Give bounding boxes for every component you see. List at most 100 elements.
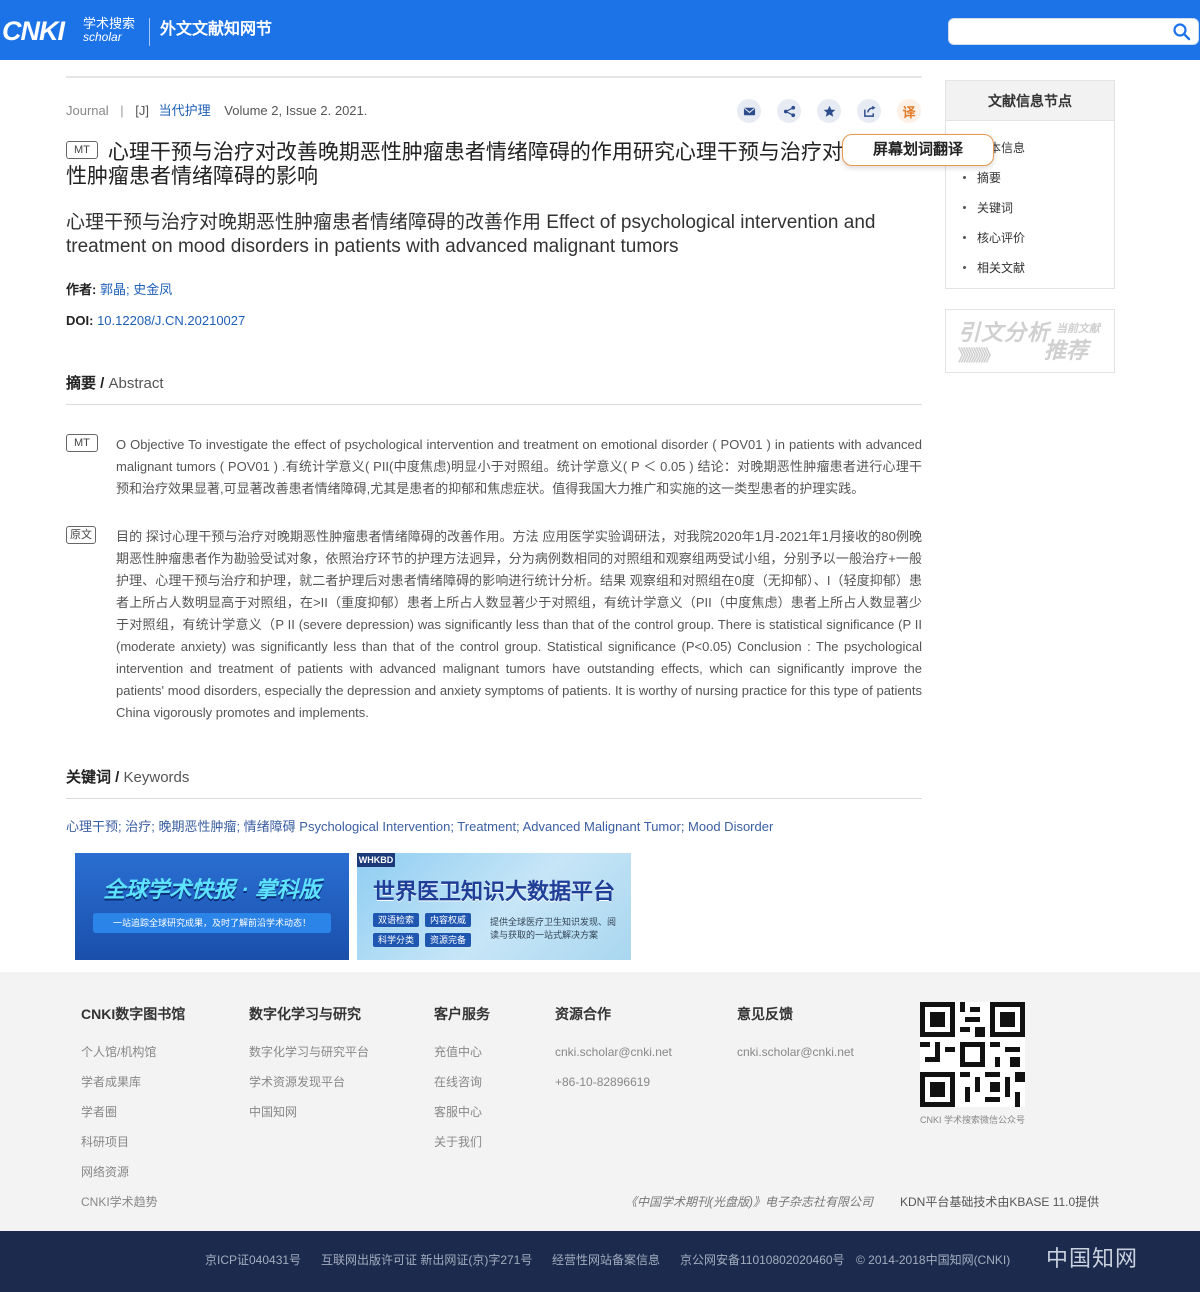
authors-link[interactable]: 郭晶; 史金凤	[100, 282, 172, 297]
footer-link[interactable]: 学者圈	[81, 1104, 117, 1120]
cite-small-text: 当前文献	[1056, 323, 1100, 335]
abstract-original-block: 原文 目的 探讨心理干预与治疗对晚期恶性肿瘤患者情绪障碍的改善作用。方法 应用医…	[66, 526, 922, 746]
abstract-heading-en: Abstract	[108, 375, 164, 392]
mt-badge: MT	[66, 141, 98, 160]
banner2-title: 世界医卫知识大数据平台	[372, 879, 615, 904]
banner2-desc: 提供全球医疗卫生知识发现、阅读与获取的一站式解决方案	[490, 917, 617, 940]
nav-item-abstract[interactable]: 摘要	[946, 163, 1114, 193]
banner1-title: 全球学术快报 · 掌科版	[103, 877, 321, 902]
footer-link[interactable]: +86-10-82896619	[555, 1074, 650, 1090]
icp-license[interactable]: 京ICP证040431号	[205, 1252, 301, 1268]
banner1-strip: 一站追踪全球研究成果，及时了解前沿学术动态！	[93, 913, 331, 933]
footer-link[interactable]: 客服中心	[434, 1104, 482, 1120]
footer-link[interactable]: CNKI学术趋势	[81, 1194, 158, 1210]
doi-line: DOI: 10.12208/J.CN.20210027	[66, 312, 245, 330]
journal-link[interactable]: 当代护理	[159, 103, 211, 118]
doi-link[interactable]: 10.12208/J.CN.20210027	[97, 313, 245, 328]
website-record[interactable]: 经营性网站备案信息	[552, 1252, 660, 1268]
banner2-chip: 双语检索	[373, 913, 419, 927]
share-icon	[783, 105, 795, 117]
cnki-seal-logo: 中国知网	[1046, 1247, 1139, 1272]
keywords-heading-cn: 关键词 /	[66, 769, 124, 786]
publishing-license[interactable]: 互联网出版许可证 新出网证(京)字271号	[321, 1252, 532, 1268]
footer-kdn: KDN平台基础技术由KBASE 11.0提供	[900, 1195, 1100, 1209]
logo-sub: 学术搜索 scholar	[83, 17, 143, 44]
article-meta: Journal | [J] 当代护理 Volume 2, Issue 2. 20…	[66, 102, 367, 120]
banner2-chip: 资源完备	[425, 933, 471, 947]
footer-link[interactable]: 充值中心	[434, 1044, 482, 1060]
meta-code: [J]	[135, 103, 150, 118]
banner2-tag: WHKBD	[357, 853, 395, 867]
email-icon	[743, 107, 755, 115]
article-subtitle: 心理干预与治疗对晚期恶性肿瘤患者情绪障碍的改善作用 Effect of psyc…	[66, 212, 876, 257]
footer-link[interactable]: 学者成果库	[81, 1074, 141, 1090]
footer-link[interactable]: 学术资源发现平台	[249, 1074, 345, 1090]
meta-issue: Volume 2, Issue 2. 2021.	[224, 103, 368, 118]
footer-link[interactable]: 网络资源	[81, 1164, 129, 1180]
translate-button[interactable]: 译	[897, 99, 921, 123]
abstract-original-badge: 原文	[66, 526, 96, 544]
footer-head-feedback: 意见反馈	[737, 1006, 793, 1022]
nav-title: 文献信息节点	[946, 81, 1114, 121]
meta-divider: |	[120, 103, 124, 118]
doi-label: DOI:	[66, 313, 94, 328]
logo-en-text: scholar	[83, 30, 122, 44]
nav-item-keywords[interactable]: 关键词	[946, 193, 1114, 223]
keywords-list[interactable]: 心理干预; 治疗; 晚期恶性肿瘤; 情绪障碍 Psychological Int…	[66, 818, 773, 836]
qr-caption: CNKI 学术搜索微信公众号	[919, 1115, 1025, 1125]
public-security-record[interactable]: 京公网安备11010802020460号	[680, 1252, 845, 1268]
article-title: MT 心理干预与治疗对改善晚期恶性肿瘤患者情绪障碍的作用研究心理干预与治疗对晚期恶…	[66, 141, 926, 189]
star-icon	[823, 105, 835, 117]
copyright: © 2014-2018中国知网(CNKI)	[856, 1253, 1011, 1267]
footer-head-cooperation: 资源合作	[555, 1006, 611, 1022]
favorite-button[interactable]	[817, 99, 841, 123]
translate-tooltip: 屏幕划词翻译	[842, 134, 994, 166]
footer-publisher: 《中国学术期刊(光盘版)》电子杂志社有限公司	[625, 1195, 873, 1209]
footer-link[interactable]: 中国知网	[249, 1104, 297, 1120]
authors-line: 作者: 郭晶; 史金凤	[66, 281, 172, 299]
footer-link[interactable]: 在线咨询	[434, 1074, 482, 1090]
meta-type: Journal	[66, 103, 109, 118]
nav-item-core-evaluation[interactable]: 核心评价	[946, 223, 1114, 253]
citation-analysis-box[interactable]: 引文分析 当前文献 推荐 》》》》》》	[945, 309, 1115, 373]
logo-cn-text: 学术搜索	[83, 16, 136, 31]
abstract-original-text: 目的 探讨心理干预与治疗对晚期恶性肿瘤患者情绪障碍的改善作用。方法 应用医学实验…	[116, 529, 922, 720]
title-text: 心理干预与治疗对改善晚期恶性肿瘤患者情绪障碍的作用研究心理干预与治疗对晚期恶性肿…	[66, 141, 906, 188]
article-toolbar: 译	[737, 99, 922, 125]
search-box	[948, 18, 1199, 45]
abstract-mt-block: MT O Objective To investigate the effect…	[66, 434, 922, 522]
footer-link[interactable]: 关于我们	[434, 1134, 482, 1150]
banner-global-academic-express[interactable]: 全球学术快报 · 掌科版 一站追踪全球研究成果，及时了解前沿学术动态！	[75, 853, 349, 960]
cite-arrows-icon: 》》》》》》	[958, 348, 999, 365]
abstract-heading: 摘要 / Abstract	[66, 374, 922, 405]
abstract-mt-text: O Objective To investigate the effect of…	[116, 437, 922, 496]
authors-label: 作者:	[66, 282, 97, 297]
banner-whkbd[interactable]: WHKBD 世界医卫知识大数据平台 双语检索 内容权威 科学分类 资源完备 提供…	[357, 853, 631, 960]
footer-link[interactable]: cnki.scholar@cnki.net	[555, 1044, 672, 1060]
footer-head-customer-service: 客户服务	[434, 1006, 490, 1022]
footer: CNKI数字图书馆 个人馆/机构馆 学者成果库 学者圈 科研项目 网络资源 CN…	[0, 972, 1200, 1231]
abstract-heading-cn: 摘要 /	[66, 375, 109, 392]
footer-head-digital-library: CNKI数字图书馆	[81, 1006, 186, 1022]
export-button[interactable]	[857, 99, 881, 123]
banner2-chip: 内容权威	[425, 913, 471, 927]
email-button[interactable]	[737, 99, 761, 123]
logo-cnki-text: CNKI	[2, 16, 65, 46]
search-input[interactable]	[949, 19, 1164, 44]
keywords-heading: 关键词 / Keywords	[66, 768, 922, 799]
top-divider	[66, 76, 922, 78]
export-icon	[863, 105, 876, 117]
header-divider	[149, 18, 150, 46]
search-icon[interactable]	[1172, 22, 1192, 42]
footer-link[interactable]: 数字化学习与研究平台	[249, 1044, 369, 1060]
share-button[interactable]	[777, 99, 801, 123]
footer-link[interactable]: cnki.scholar@cnki.net	[737, 1044, 854, 1060]
abstract-mt-badge: MT	[66, 434, 98, 452]
cite-recommend-text: 推荐	[1044, 338, 1089, 363]
top-header: CNKI 学术搜索 scholar 外文文献知网节	[0, 0, 1200, 60]
footer-link[interactable]: 科研项目	[81, 1134, 129, 1150]
keywords-heading-en: Keywords	[123, 769, 190, 786]
footer-link[interactable]: 个人馆/机构馆	[81, 1044, 156, 1060]
site-name: 外文文献知网节	[160, 21, 273, 38]
nav-item-related-literature[interactable]: 相关文献	[946, 253, 1114, 283]
